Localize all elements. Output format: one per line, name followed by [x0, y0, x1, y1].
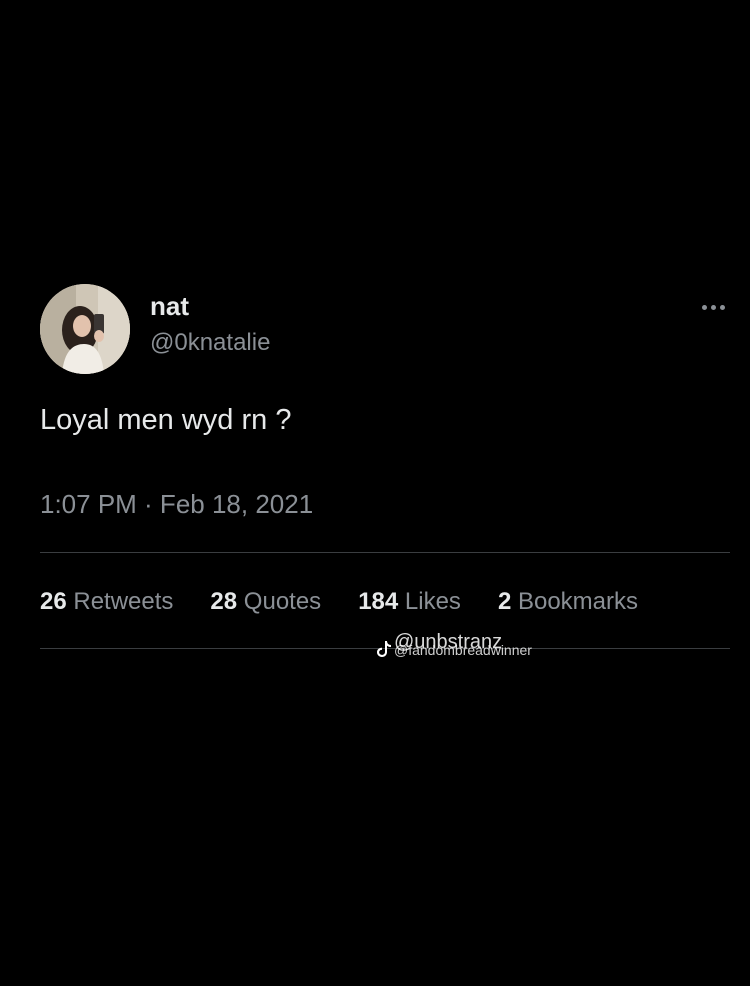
tiktok-icon [377, 641, 391, 657]
avatar[interactable] [40, 284, 130, 374]
likes-label: Likes [404, 588, 461, 615]
avatar-image [40, 284, 130, 374]
bookmarks-stat[interactable]: 2 Bookmarks [498, 585, 638, 619]
quotes-stat[interactable]: 28 Quotes [210, 585, 321, 619]
bookmarks-label: Bookmarks [517, 588, 639, 615]
display-name[interactable]: nat [150, 290, 189, 322]
watermark-handle-secondary: @fandombreadwinner [394, 642, 532, 658]
tweet-timestamp[interactable]: 1:07 PM · Feb 18, 2021 [40, 487, 313, 521]
more-options-button[interactable] [694, 292, 732, 322]
likes-stat[interactable]: 184 Likes [358, 585, 461, 619]
user-handle[interactable]: @0knatalie [150, 327, 270, 359]
retweets-count: 26 [40, 588, 67, 615]
tweet-stats: 26 Retweets 28 Quotes 184 Likes 2 Bookma… [40, 585, 638, 619]
divider [40, 552, 730, 553]
tweet-text: Loyal men wyd rn ? [40, 404, 292, 436]
tweet-card: nat @0knatalie Loyal men wyd rn ? 1:07 P… [0, 0, 750, 986]
more-dot [710, 304, 716, 310]
bookmarks-count: 2 [497, 588, 512, 615]
more-dot [701, 304, 707, 310]
quotes-count: 28 [210, 588, 238, 615]
likes-count: 184 [358, 588, 399, 615]
retweets-stat[interactable]: 26 Retweets [40, 585, 173, 619]
more-dot [719, 304, 725, 310]
quotes-label: Quotes [243, 588, 322, 615]
retweets-label: Retweets [73, 588, 174, 615]
